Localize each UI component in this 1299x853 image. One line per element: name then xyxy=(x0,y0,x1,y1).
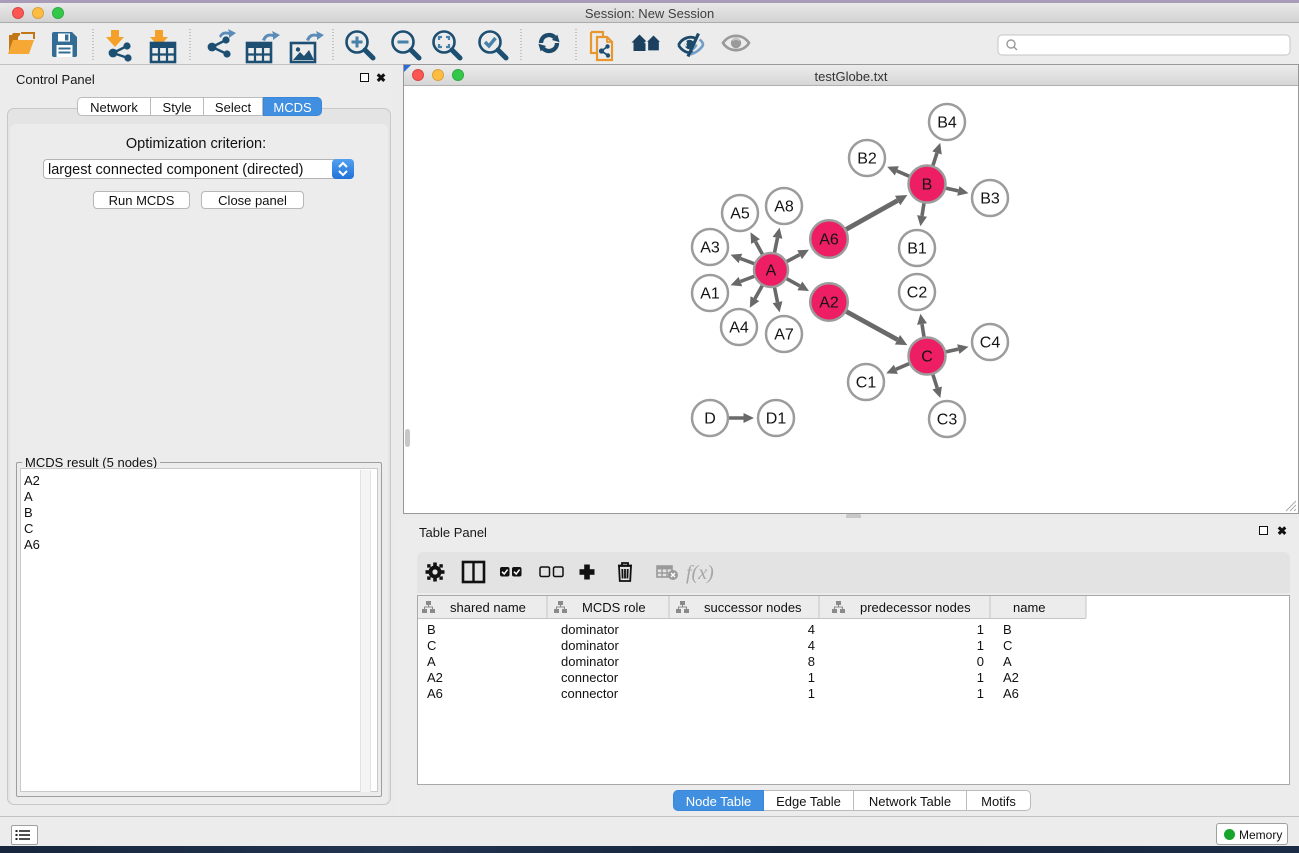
svg-text:MCDS role: MCDS role xyxy=(582,600,646,615)
svg-text:1: 1 xyxy=(977,622,984,637)
svg-text:A2: A2 xyxy=(427,670,443,685)
svg-text:C3: C3 xyxy=(937,412,958,429)
svg-text:B1: B1 xyxy=(907,241,927,258)
svg-text:C2: C2 xyxy=(907,285,928,302)
svg-text:A4: A4 xyxy=(729,320,749,337)
svg-text:8: 8 xyxy=(808,654,815,669)
svg-text:B: B xyxy=(427,622,436,637)
svg-text:dominator: dominator xyxy=(561,622,619,637)
svg-text:A1: A1 xyxy=(700,286,720,303)
svg-text:B4: B4 xyxy=(937,115,957,132)
svg-text:A: A xyxy=(766,263,777,280)
svg-text:A2: A2 xyxy=(819,295,839,312)
svg-text:name: name xyxy=(1013,600,1046,615)
svg-text:1: 1 xyxy=(977,670,984,685)
svg-text:1: 1 xyxy=(808,670,815,685)
svg-text:A2: A2 xyxy=(1003,670,1019,685)
svg-text:dominator: dominator xyxy=(561,654,619,669)
svg-text:successor nodes: successor nodes xyxy=(704,600,802,615)
svg-text:C: C xyxy=(427,638,436,653)
svg-text:A6: A6 xyxy=(1003,686,1019,701)
svg-text:shared name: shared name xyxy=(450,600,526,615)
svg-text:4: 4 xyxy=(808,638,815,653)
svg-text:D1: D1 xyxy=(766,411,787,428)
svg-text:C4: C4 xyxy=(980,335,1001,352)
svg-text:1: 1 xyxy=(977,638,984,653)
svg-text:A5: A5 xyxy=(730,206,750,223)
svg-text:C1: C1 xyxy=(856,375,877,392)
svg-text:A7: A7 xyxy=(774,327,794,344)
svg-text:1: 1 xyxy=(808,686,815,701)
svg-text:C: C xyxy=(921,349,933,366)
svg-text:1: 1 xyxy=(977,686,984,701)
svg-text:predecessor nodes: predecessor nodes xyxy=(860,600,971,615)
svg-text:A: A xyxy=(427,654,436,669)
svg-text:f(x): f(x) xyxy=(686,562,714,584)
svg-text:D: D xyxy=(704,411,716,428)
svg-text:connector: connector xyxy=(561,670,619,685)
svg-text:B: B xyxy=(922,177,933,194)
svg-text:B: B xyxy=(1003,622,1012,637)
svg-text:4: 4 xyxy=(808,622,815,637)
svg-text:C: C xyxy=(1003,638,1012,653)
svg-text:connector: connector xyxy=(561,686,619,701)
svg-text:B2: B2 xyxy=(857,151,877,168)
svg-text:A8: A8 xyxy=(774,199,794,216)
svg-text:A: A xyxy=(1003,654,1012,669)
svg-text:A6: A6 xyxy=(427,686,443,701)
svg-text:A6: A6 xyxy=(819,232,839,249)
svg-text:B3: B3 xyxy=(980,191,1000,208)
svg-text:A3: A3 xyxy=(700,240,720,257)
svg-text:dominator: dominator xyxy=(561,638,619,653)
svg-text:0: 0 xyxy=(977,654,984,669)
